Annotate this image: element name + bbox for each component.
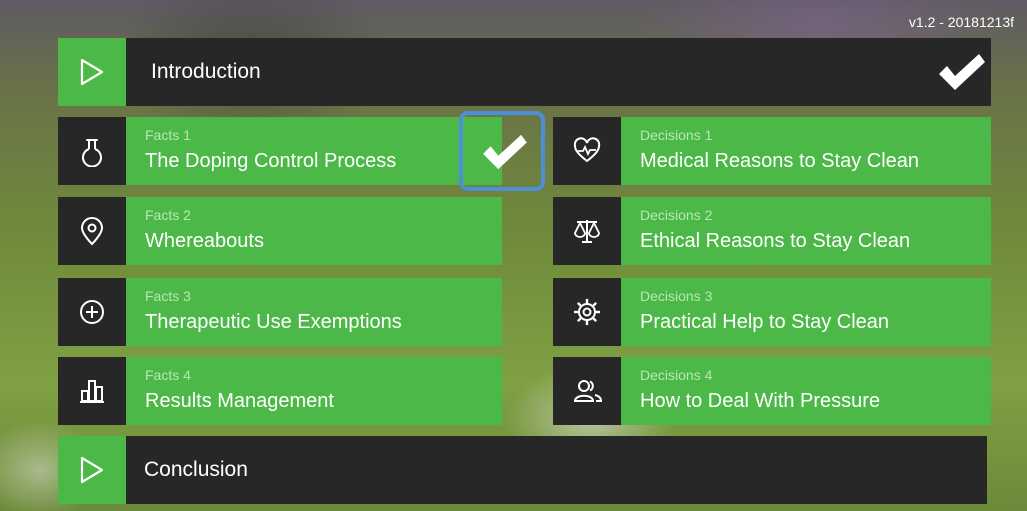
checkmark-icon [483,134,527,170]
facts-2-title: Whereabouts [145,230,264,252]
decisions-1-title: Medical Reasons to Stay Clean [640,150,920,172]
heart-pulse-icon [573,137,601,163]
version-label: v1.2 - 20181213f [908,14,1014,30]
people-icon [573,380,603,402]
decisions-2-title: Ethical Reasons to Stay Clean [640,230,911,252]
facts-2-label: Facts 2 [145,207,191,223]
facts-1-completed-check[interactable] [459,111,545,191]
introduction-title: Introduction [151,60,261,83]
conclusion-button[interactable]: Conclusion [58,436,987,504]
decisions-3-title: Practical Help to Stay Clean [640,311,890,333]
conclusion-title: Conclusion [144,458,248,481]
facts-1-title: The Doping Control Process [145,150,397,172]
decisions-3-label: Decisions 3 [640,288,713,304]
decisions-3-module[interactable]: Decisions 3 Practical Help to Stay Clean [553,278,991,346]
facts-4-module[interactable]: Facts 4 Results Management [58,357,502,425]
decisions-1-module[interactable]: Decisions 1 Medical Reasons to Stay Clea… [553,117,991,185]
checkmark-icon [939,54,985,90]
play-icon [80,58,104,86]
location-pin-icon [80,217,104,246]
scales-icon [574,220,600,243]
gear-icon [574,299,600,325]
facts-4-label: Facts 4 [145,367,191,383]
play-icon [80,456,104,484]
introduction-button[interactable]: Introduction [58,38,991,106]
plus-circle-icon [80,300,104,324]
decisions-4-module[interactable]: Decisions 4 How to Deal With Pressure [553,357,991,425]
decisions-1-label: Decisions 1 [640,127,713,143]
facts-2-module[interactable]: Facts 2 Whereabouts [58,197,502,265]
facts-3-title: Therapeutic Use Exemptions [145,311,402,333]
facts-1-label: Facts 1 [145,127,191,143]
facts-3-module[interactable]: Facts 3 Therapeutic Use Exemptions [58,278,502,346]
facts-1-module[interactable]: Facts 1 The Doping Control Process [58,117,502,185]
flask-icon [82,139,102,167]
decisions-2-module[interactable]: Decisions 2 Ethical Reasons to Stay Clea… [553,197,991,265]
bar-chart-icon [80,380,104,403]
decisions-4-title: How to Deal With Pressure [640,390,881,412]
facts-4-title: Results Management [145,390,334,412]
decisions-2-label: Decisions 2 [640,207,713,223]
decisions-4-label: Decisions 4 [640,367,713,383]
facts-3-label: Facts 3 [145,288,191,304]
